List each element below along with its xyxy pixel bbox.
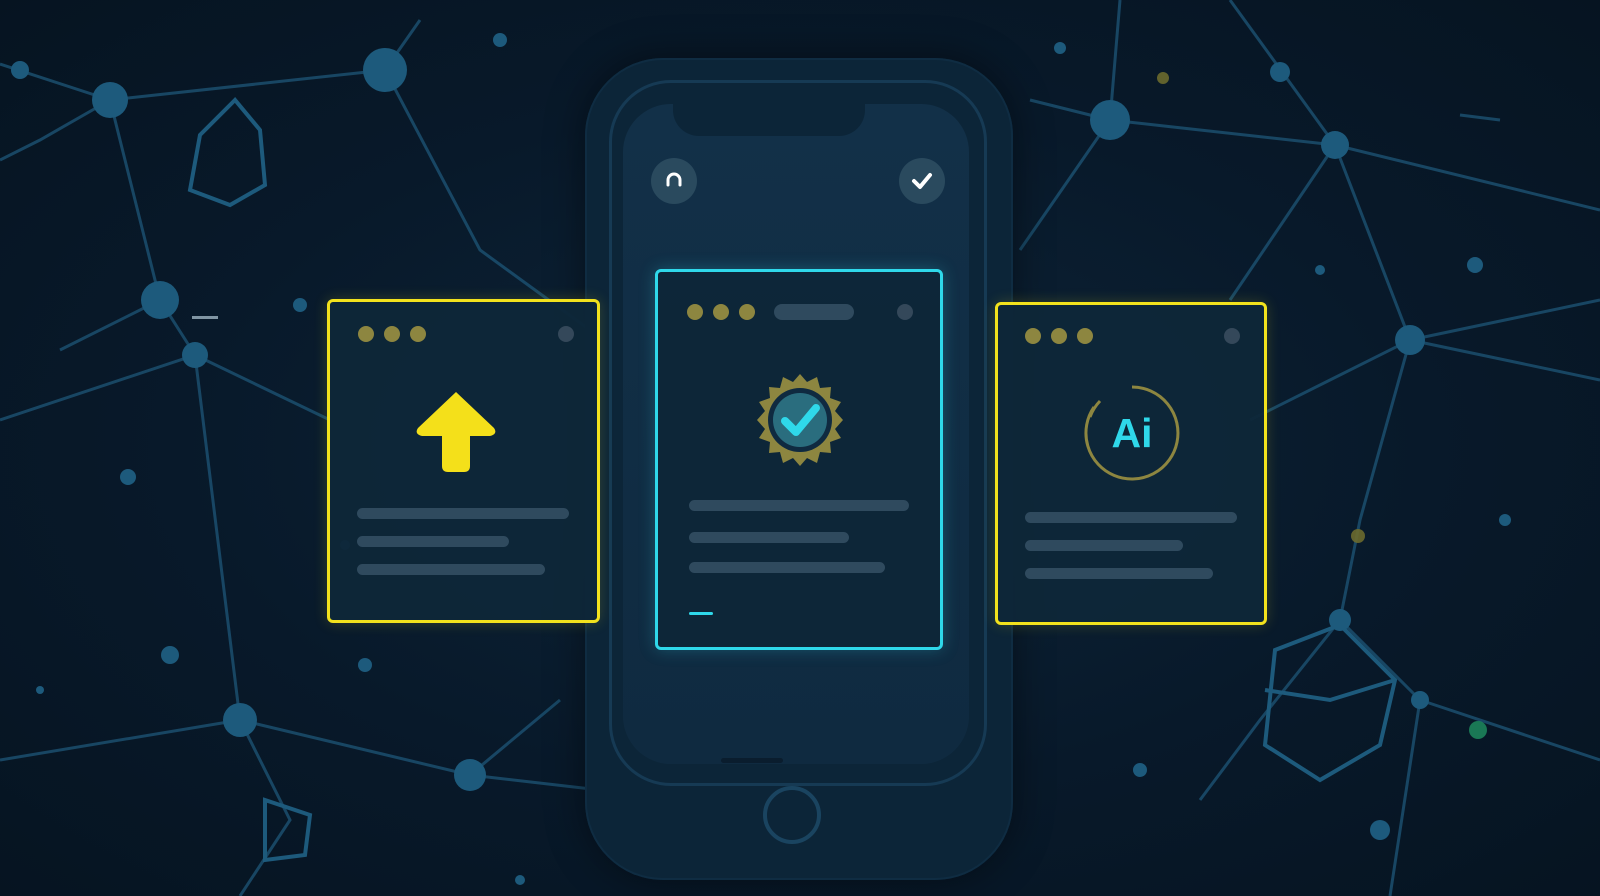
confirm-button[interactable] (899, 158, 945, 204)
text-placeholder-line (689, 500, 909, 511)
text-placeholder-line (689, 532, 849, 543)
window-dot (1025, 328, 1041, 344)
refresh-button[interactable] (651, 158, 697, 204)
refresh-icon (666, 172, 682, 187)
window-dot (1077, 328, 1093, 344)
window-dot (739, 304, 755, 320)
ai-icon: Ai (1082, 383, 1182, 483)
text-placeholder-line (357, 564, 545, 575)
text-placeholder-line (1025, 512, 1237, 523)
title-placeholder (774, 304, 854, 320)
text-placeholder-line (357, 508, 569, 519)
window-dot (1224, 328, 1240, 344)
phone-notch (673, 98, 865, 136)
window-dot (558, 326, 574, 342)
window-dot (897, 304, 913, 320)
text-placeholder-line (689, 562, 885, 573)
verified-badge-icon (752, 372, 848, 473)
checkmark-icon (912, 173, 932, 189)
ai-icon-label: Ai (1111, 409, 1153, 456)
ai-card[interactable]: Ai (995, 302, 1267, 625)
window-dot (358, 326, 374, 342)
text-placeholder-line (1025, 568, 1213, 579)
text-placeholder-line (357, 536, 509, 547)
screen-indicator-line (721, 758, 783, 763)
upload-card[interactable] (327, 299, 600, 623)
window-dot (410, 326, 426, 342)
home-button[interactable] (763, 786, 821, 844)
progress-indicator (689, 612, 713, 615)
window-dot (687, 304, 703, 320)
window-dot (384, 326, 400, 342)
window-dot (1051, 328, 1067, 344)
verified-card[interactable] (655, 269, 943, 650)
upload-arrow-icon (414, 388, 498, 481)
text-placeholder-line (1025, 540, 1183, 551)
window-dot (713, 304, 729, 320)
